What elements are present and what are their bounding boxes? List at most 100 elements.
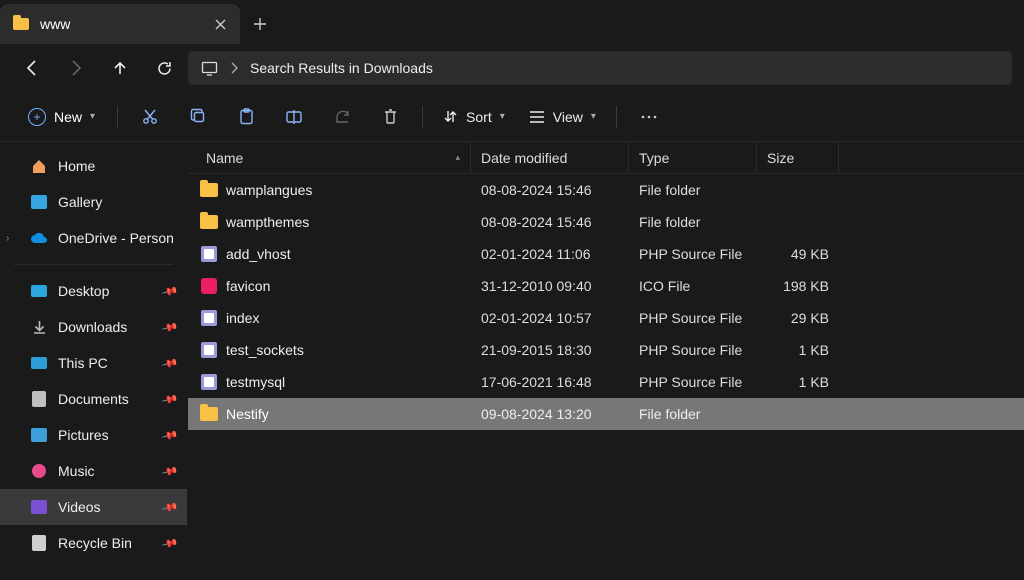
pin-icon: 📌 (161, 498, 179, 516)
cell-date: 21-09-2015 18:30 (471, 342, 629, 358)
file-name: favicon (226, 278, 270, 294)
sidebar-item-label: Home (58, 158, 95, 174)
chevron-right-icon[interactable]: › (6, 233, 9, 244)
file-row[interactable]: favicon31-12-2010 09:40ICO File198 KB (188, 270, 1024, 302)
cell-date: 08-08-2024 15:46 (471, 182, 629, 198)
pin-icon: 📌 (161, 534, 179, 552)
cell-size: 49 KB (757, 246, 839, 262)
cell-name: add_vhost (188, 245, 471, 263)
column-date[interactable]: Date modified (471, 142, 629, 173)
sidebar-item-thispc[interactable]: This PC 📌 (0, 345, 187, 381)
sidebar-item-music[interactable]: Music 📌 (0, 453, 187, 489)
sidebar-item-label: Desktop (58, 283, 109, 299)
file-row[interactable]: wampthemes08-08-2024 15:46File folder (188, 206, 1024, 238)
pin-icon: 📌 (161, 390, 179, 408)
cell-name: wamplangues (188, 181, 471, 199)
up-button[interactable] (100, 50, 140, 86)
column-label: Size (767, 150, 794, 166)
chevron-down-icon: ▾ (90, 111, 95, 122)
sidebar-item-downloads[interactable]: Downloads 📌 (0, 309, 187, 345)
file-row[interactable]: index02-01-2024 10:57PHP Source File29 K… (188, 302, 1024, 334)
sidebar-item-pictures[interactable]: Pictures 📌 (0, 417, 187, 453)
sidebar: Home Gallery › OneDrive - Persona Deskto… (0, 142, 188, 580)
close-tab-button[interactable] (212, 16, 228, 32)
column-type[interactable]: Type (629, 142, 757, 173)
cell-date: 09-08-2024 13:20 (471, 406, 629, 422)
view-label: View (553, 109, 583, 125)
cell-date: 31-12-2010 09:40 (471, 278, 629, 294)
share-button[interactable] (320, 99, 364, 135)
sidebar-item-label: Downloads (58, 319, 127, 335)
sidebar-item-desktop[interactable]: Desktop 📌 (0, 273, 187, 309)
pin-icon: 📌 (161, 354, 179, 372)
file-name: Nestify (226, 406, 269, 422)
folder-icon (200, 405, 218, 423)
cell-type: File folder (629, 214, 757, 230)
recycle-icon (30, 534, 48, 552)
sidebar-item-videos[interactable]: Videos 📌 (0, 489, 187, 525)
sidebar-item-home[interactable]: Home (0, 148, 187, 184)
forward-button[interactable] (56, 50, 96, 86)
php-file-icon (200, 373, 218, 391)
rename-button[interactable] (272, 99, 316, 135)
new-tab-button[interactable] (240, 4, 280, 44)
separator (117, 106, 118, 128)
cell-size: 198 KB (757, 278, 839, 294)
sidebar-item-onedrive[interactable]: › OneDrive - Persona (0, 220, 187, 256)
sidebar-item-documents[interactable]: Documents 📌 (0, 381, 187, 417)
sidebar-item-recycle[interactable]: Recycle Bin 📌 (0, 525, 187, 561)
file-row[interactable]: add_vhost 02-01-2024 11:06PHP Source File… (188, 238, 1024, 270)
pin-icon: 📌 (161, 282, 179, 300)
column-headers: Name ▴ Date modified Type Size (188, 142, 1024, 174)
cut-button[interactable] (128, 99, 172, 135)
cell-date: 02-01-2024 11:06 (471, 246, 629, 262)
file-name: test_sockets (226, 342, 304, 358)
file-list: Name ▴ Date modified Type Size wamplangu… (188, 142, 1024, 580)
chevron-down-icon: ▾ (591, 111, 596, 122)
path-box[interactable]: Search Results in Downloads (188, 51, 1012, 85)
cell-size: 1 KB (757, 342, 839, 358)
cell-size: 1 KB (757, 374, 839, 390)
paste-button[interactable] (224, 99, 268, 135)
copy-button[interactable] (176, 99, 220, 135)
file-row[interactable]: Nestify 09-08-2024 13:20File folder (188, 398, 1024, 430)
cell-type: File folder (629, 406, 757, 422)
file-name: wamplangues (226, 182, 312, 198)
back-button[interactable] (12, 50, 52, 86)
folder-icon (12, 15, 30, 33)
sidebar-item-gallery[interactable]: Gallery (0, 184, 187, 220)
view-button[interactable]: View ▾ (519, 100, 606, 134)
new-button[interactable]: + New ▾ (16, 100, 107, 134)
separator (14, 264, 173, 265)
column-size[interactable]: Size (757, 142, 839, 173)
cell-type: File folder (629, 182, 757, 198)
pin-icon: 📌 (161, 318, 179, 336)
sidebar-item-label: Gallery (58, 194, 102, 210)
sidebar-item-label: This PC (58, 355, 108, 371)
column-label: Name (206, 150, 243, 166)
file-name: add_vhost (226, 246, 291, 262)
cell-name: Nestify (188, 405, 471, 423)
cell-date: 17-06-2021 16:48 (471, 374, 629, 390)
desktop-icon (30, 282, 48, 300)
sort-icon (443, 109, 458, 124)
refresh-button[interactable] (144, 50, 184, 86)
gallery-icon (30, 193, 48, 211)
more-button[interactable] (627, 99, 671, 135)
sidebar-item-label: Recycle Bin (58, 535, 132, 551)
ico-file-icon (200, 277, 218, 295)
file-name: index (226, 310, 259, 326)
chevron-right-icon (230, 62, 238, 74)
tab-www[interactable]: www (0, 4, 240, 44)
pictures-icon (30, 426, 48, 444)
file-row[interactable]: wamplangues 08-08-2024 15:46File folder (188, 174, 1024, 206)
file-row[interactable]: test_sockets21-09-2015 18:30PHP Source F… (188, 334, 1024, 366)
path-text: Search Results in Downloads (250, 60, 433, 76)
cell-name: favicon (188, 277, 471, 295)
cell-type: PHP Source File (629, 246, 757, 262)
file-row[interactable]: testmysql17-06-2021 16:48PHP Source File… (188, 366, 1024, 398)
column-name[interactable]: Name ▴ (188, 142, 471, 173)
sort-button[interactable]: Sort ▾ (433, 100, 515, 134)
cloud-icon (30, 229, 48, 247)
delete-button[interactable] (368, 99, 412, 135)
